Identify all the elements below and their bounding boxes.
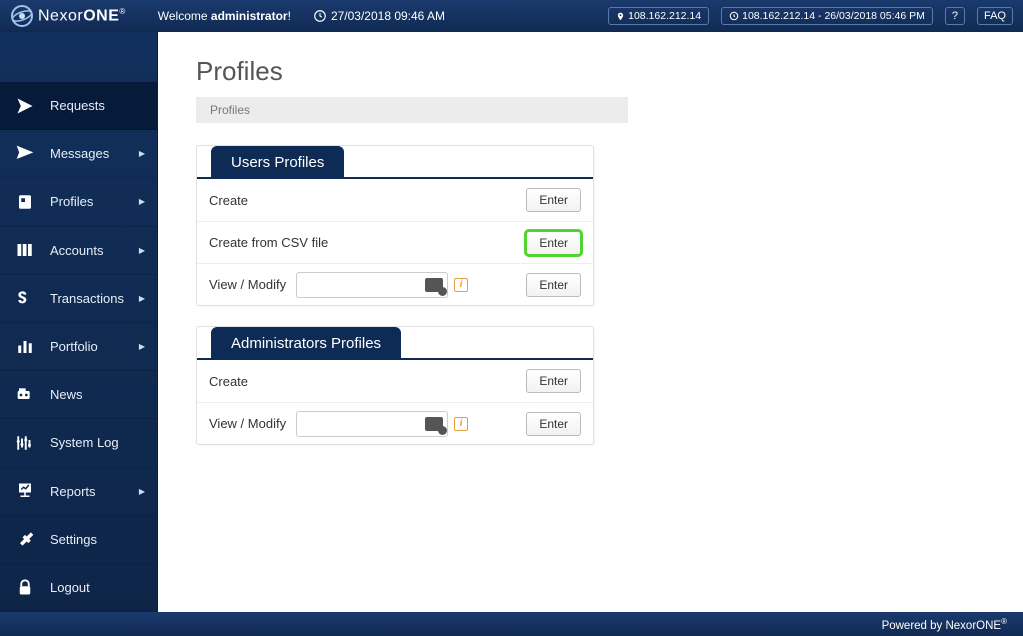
sidebar-item-reports[interactable]: Reports ▶ bbox=[0, 468, 157, 516]
chevron-right-icon: ▶ bbox=[139, 342, 145, 351]
row-label: View / Modify bbox=[209, 277, 286, 292]
current-ip-chip[interactable]: 108.162.212.14 bbox=[608, 7, 709, 25]
row-admins-view: View / Modify i Enter bbox=[197, 402, 593, 444]
users-profiles-panel: Users Profiles Create Enter Create from … bbox=[196, 145, 594, 306]
brand-logo[interactable]: NexorONE® bbox=[10, 4, 126, 28]
sidebar-item-system-log[interactable]: System Log bbox=[0, 419, 157, 467]
sidebar-item-accounts[interactable]: Accounts ▶ bbox=[0, 227, 157, 275]
requests-icon bbox=[14, 96, 36, 116]
sidebar-item-requests[interactable]: Requests bbox=[0, 82, 157, 130]
row-label: Create bbox=[209, 193, 248, 208]
sidebar-item-label: News bbox=[50, 387, 83, 402]
help-button[interactable]: ? bbox=[945, 7, 965, 25]
pin-icon bbox=[616, 11, 625, 22]
sidebar-item-label: Transactions bbox=[50, 291, 124, 306]
enter-button-users-view[interactable]: Enter bbox=[526, 273, 581, 297]
messages-icon bbox=[14, 144, 36, 164]
last-login-chip[interactable]: 108.162.212.14 - 26/03/2018 05:46 PM bbox=[721, 7, 933, 25]
enter-button-admins-view[interactable]: Enter bbox=[526, 412, 581, 436]
enter-button-admins-create[interactable]: Enter bbox=[526, 369, 581, 393]
row-users-csv: Create from CSV file Enter bbox=[197, 221, 593, 263]
enter-button-users-create[interactable]: Enter bbox=[526, 188, 581, 212]
clock-icon bbox=[313, 9, 327, 23]
chevron-right-icon: ▶ bbox=[139, 197, 145, 206]
sidebar-item-label: Settings bbox=[50, 532, 97, 547]
news-icon bbox=[14, 387, 36, 403]
sidebar-item-transactions[interactable]: Transactions ▶ bbox=[0, 275, 157, 323]
panel-tab-admins: Administrators Profiles bbox=[211, 327, 401, 358]
sidebar-item-label: Logout bbox=[50, 580, 90, 595]
sidebar-item-settings[interactable]: Settings bbox=[0, 516, 157, 564]
sidebar-item-label: Requests bbox=[50, 98, 105, 113]
faq-button[interactable]: FAQ bbox=[977, 7, 1013, 25]
transactions-icon bbox=[14, 288, 36, 308]
settings-icon bbox=[14, 529, 36, 549]
logout-icon bbox=[14, 577, 36, 597]
row-users-view: View / Modify i Enter bbox=[197, 263, 593, 305]
row-label: Create bbox=[209, 374, 248, 389]
sidebar-item-messages[interactable]: Messages ▶ bbox=[0, 130, 157, 178]
row-label: Create from CSV file bbox=[209, 235, 328, 250]
keyboard-icon bbox=[425, 417, 443, 431]
sidebar-item-label: Reports bbox=[50, 484, 96, 499]
sidebar-item-label: System Log bbox=[50, 435, 119, 450]
chevron-right-icon: ▶ bbox=[139, 294, 145, 303]
portfolio-icon bbox=[14, 338, 36, 356]
clock-small-icon bbox=[729, 11, 739, 21]
welcome-text: Welcome administrator! bbox=[158, 9, 291, 23]
users-search-input[interactable] bbox=[296, 272, 448, 298]
globe-icon bbox=[10, 4, 34, 28]
reports-icon bbox=[14, 482, 36, 500]
enter-button-users-csv[interactable]: Enter bbox=[526, 231, 581, 255]
admins-profiles-panel: Administrators Profiles Create Enter Vie… bbox=[196, 326, 594, 445]
sidebar-item-label: Portfolio bbox=[50, 339, 98, 354]
keyboard-icon bbox=[425, 278, 443, 292]
profiles-icon bbox=[14, 193, 36, 211]
system-log-icon bbox=[14, 434, 36, 452]
row-label: View / Modify bbox=[209, 416, 286, 431]
content-area: Profiles Profiles Users Profiles Create … bbox=[158, 32, 1023, 612]
sidebar-item-logout[interactable]: Logout bbox=[0, 564, 157, 612]
row-admins-create: Create Enter bbox=[197, 360, 593, 402]
sidebar-item-profiles[interactable]: Profiles ▶ bbox=[0, 178, 157, 226]
page-title: Profiles bbox=[196, 56, 999, 87]
server-datetime: 27/03/2018 09:46 AM bbox=[313, 9, 445, 23]
sidebar-item-label: Accounts bbox=[50, 243, 103, 258]
chevron-right-icon: ▶ bbox=[139, 246, 145, 255]
admins-search-input[interactable] bbox=[296, 411, 448, 437]
sidebar: Requests Messages ▶ Profiles ▶ Accounts … bbox=[0, 32, 158, 612]
chevron-right-icon: ▶ bbox=[139, 487, 145, 496]
sidebar-item-portfolio[interactable]: Portfolio ▶ bbox=[0, 323, 157, 371]
top-bar: NexorONE® Welcome administrator! 27/03/2… bbox=[0, 0, 1023, 32]
accounts-icon bbox=[14, 241, 36, 259]
sidebar-item-news[interactable]: News bbox=[0, 371, 157, 419]
info-icon[interactable]: i bbox=[454, 278, 468, 292]
info-icon[interactable]: i bbox=[454, 417, 468, 431]
chevron-right-icon: ▶ bbox=[139, 149, 145, 158]
breadcrumb: Profiles bbox=[196, 97, 628, 123]
footer-text: Powered by NexorONE® bbox=[882, 617, 1007, 632]
row-users-create: Create Enter bbox=[197, 179, 593, 221]
footer: Powered by NexorONE® bbox=[0, 612, 1023, 636]
panel-tab-users: Users Profiles bbox=[211, 146, 344, 177]
brand-text: NexorONE® bbox=[38, 7, 126, 25]
sidebar-item-label: Messages bbox=[50, 146, 109, 161]
sidebar-item-label: Profiles bbox=[50, 194, 93, 209]
